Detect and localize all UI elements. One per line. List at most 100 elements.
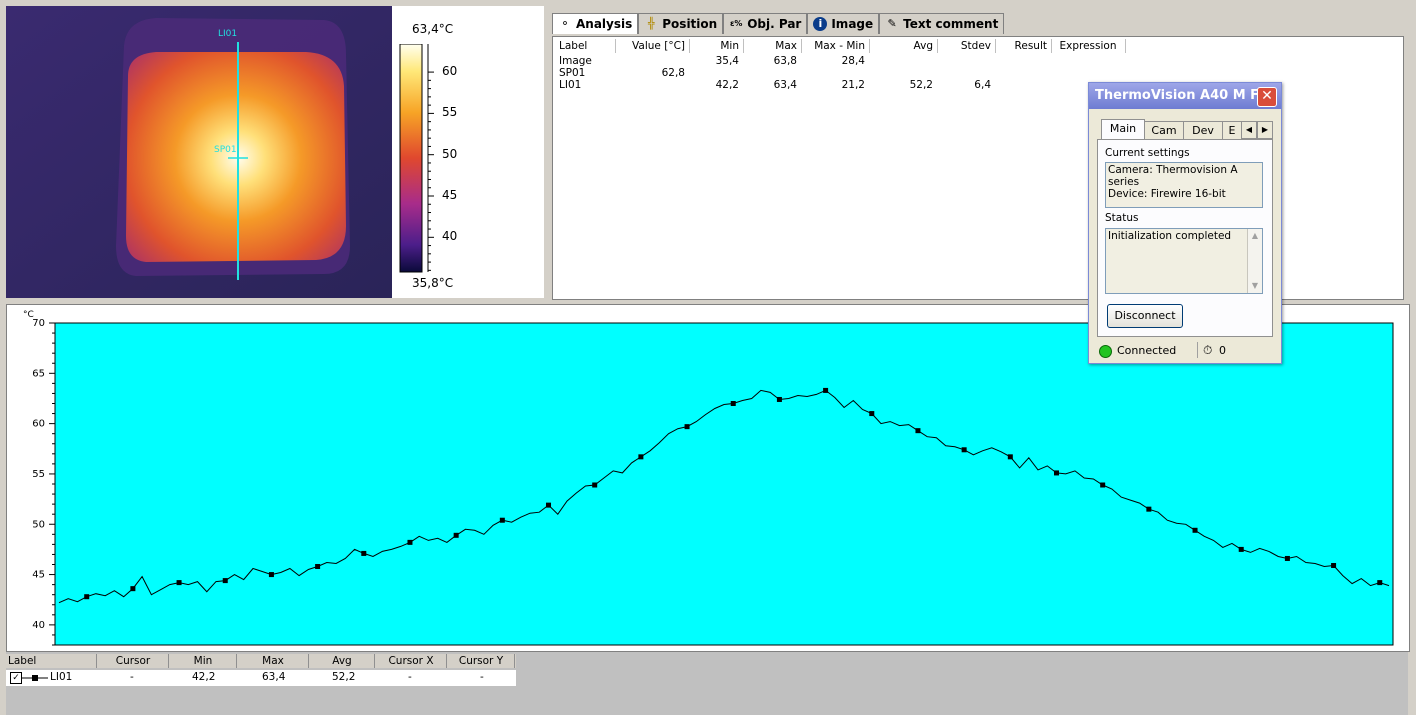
scale-tick-label: 40	[442, 229, 458, 244]
tab-analysis[interactable]: ⚬ Analysis	[552, 13, 639, 34]
tab-label: Image	[831, 17, 874, 31]
analysis-cell-value: 62,8	[661, 67, 685, 79]
window-tab-e[interactable]: E	[1222, 121, 1242, 140]
series-li01-point	[1146, 506, 1152, 512]
series-li01-point	[1377, 580, 1383, 586]
tab-label: Analysis	[576, 17, 633, 31]
column-header-result[interactable]: Result	[995, 39, 1052, 53]
column-header-stdev[interactable]: Stdev	[937, 39, 996, 53]
status-label: Status	[1105, 212, 1139, 224]
series-li01-point	[915, 428, 921, 434]
series-li01-point	[823, 387, 829, 393]
column-header-expression[interactable]: Expression	[1051, 39, 1126, 53]
series-li01-point	[361, 550, 367, 556]
series-li01-point	[84, 594, 90, 600]
window-title-bar[interactable]: ThermoVision A40 M F... ✕	[1089, 83, 1281, 109]
close-icon[interactable]: ✕	[1257, 87, 1277, 107]
status-box: Initialization completed ▲ ▼	[1105, 228, 1263, 294]
window-tab-cam[interactable]: Cam	[1144, 121, 1184, 140]
window-title: ThermoVision A40 M F...	[1095, 88, 1272, 103]
legend-header-avg[interactable]: Avg	[310, 654, 375, 668]
analysis-cell-label[interactable]: Image	[559, 55, 615, 67]
column-header-min[interactable]: Min	[689, 39, 744, 53]
series-li01-point	[1238, 546, 1244, 552]
legend-row-max: 63,4	[262, 671, 286, 683]
column-header-max[interactable]: Max	[743, 39, 802, 53]
series-li01-point	[315, 564, 321, 570]
analysis-cell-max: 63,8	[773, 55, 797, 67]
legend-row-cursor-y: -	[480, 671, 484, 683]
scale-tick-label: 60	[442, 64, 458, 79]
connected-indicator-icon	[1099, 345, 1112, 358]
legend-header-cursor[interactable]: Cursor	[98, 654, 169, 668]
spot-label: SP01	[214, 145, 237, 155]
window-tab-main[interactable]: Main	[1101, 119, 1145, 140]
camera-line: Camera: Thermovision A series	[1108, 164, 1238, 188]
device-line: Device: Firewire 16-bit	[1108, 188, 1226, 200]
legend-row-li01[interactable]: ✓ LI01 - 42,2 63,4 52,2 - -	[6, 670, 516, 686]
tab-scroll-right-icon[interactable]: ▶	[1257, 121, 1273, 139]
legend-row-min: 42,2	[192, 671, 216, 683]
scale-tick-label: 45	[442, 188, 458, 202]
series-li01-point	[776, 396, 782, 402]
analysis-icon: ⚬	[560, 17, 570, 30]
legend-checkbox[interactable]: ✓	[10, 672, 22, 684]
tab-label: Obj. Par	[747, 17, 802, 31]
plot-area[interactable]	[54, 322, 1394, 646]
column-header-label[interactable]: Label	[559, 39, 616, 53]
legend-header-min[interactable]: Min	[170, 654, 237, 668]
current-settings-label: Current settings	[1105, 147, 1190, 159]
analysis-tabs: ⚬ Analysis ╬ Position ε% Obj. Par i Imag…	[552, 13, 1005, 35]
series-li01-point	[546, 502, 552, 508]
color-scale-panel: 63,4°C 60 55 50 45 40 35,8°C	[392, 6, 544, 298]
column-header-avg[interactable]: Avg	[869, 39, 938, 53]
disconnect-button[interactable]: Disconnect	[1107, 304, 1183, 328]
series-li01-point	[1192, 527, 1198, 533]
series-li01-point	[222, 578, 228, 584]
legend-row-label: LI01	[50, 671, 73, 683]
y-tick-label: 65	[32, 368, 45, 379]
analysis-cell-avg: 52,2	[909, 79, 933, 91]
tab-text-comment[interactable]: ✎ Text comment	[879, 13, 1005, 34]
series-li01-point	[684, 424, 690, 430]
y-tick-label: 45	[32, 570, 45, 581]
tab-image[interactable]: i Image	[807, 13, 880, 34]
analysis-cell-maxmin: 28,4	[841, 55, 865, 67]
tab-label: Position	[662, 17, 718, 31]
scale-min-label: 35,8°C	[412, 276, 454, 290]
analysis-cell-min: 42,2	[715, 79, 739, 91]
status-scrollbar[interactable]: ▲ ▼	[1247, 229, 1262, 293]
info-icon: i	[813, 17, 828, 31]
column-header-max-min[interactable]: Max - Min	[801, 39, 870, 53]
legend-header-label[interactable]: Label	[8, 654, 97, 668]
series-li01-point	[1331, 563, 1337, 569]
tab-obj-par[interactable]: ε% Obj. Par	[723, 13, 808, 34]
chart-legend-table: Label Cursor Min Max Avg Cursor X Cursor…	[6, 652, 1408, 715]
line-label: LI01	[218, 29, 237, 39]
analysis-cell-label[interactable]: SP01	[559, 67, 615, 79]
scroll-up-icon[interactable]: ▲	[1248, 229, 1262, 243]
thermovision-window[interactable]: ThermoVision A40 M F... ✕ Main Cam Dev E…	[1088, 82, 1282, 364]
legend-header-cursor-y[interactable]: Cursor Y	[448, 654, 515, 668]
scroll-down-icon[interactable]: ▼	[1248, 279, 1262, 293]
analysis-cell-maxmin: 21,2	[841, 79, 865, 91]
series-li01-point	[268, 572, 274, 578]
tab-scroll-left-icon[interactable]: ◀	[1241, 121, 1257, 139]
window-tab-dev[interactable]: Dev	[1183, 121, 1223, 140]
legend-header-max[interactable]: Max	[238, 654, 309, 668]
text-comment-icon: ✎	[887, 17, 897, 30]
thermal-image-canvas: LI01 SP01	[6, 6, 392, 298]
y-tick-label: 40	[32, 620, 45, 631]
legend-row-avg: 52,2	[332, 671, 356, 683]
connection-status: Connected	[1117, 344, 1177, 357]
tab-position[interactable]: ╬ Position	[638, 13, 724, 34]
counter-value: 0	[1219, 344, 1226, 357]
legend-header-cursor-x[interactable]: Cursor X	[376, 654, 447, 668]
series-li01-point	[453, 532, 459, 538]
thermal-image[interactable]: LI01 SP01	[6, 6, 392, 298]
series-li01-point	[176, 580, 182, 586]
column-header-value[interactable]: Value [°C]	[615, 39, 690, 53]
y-tick-label: 70	[32, 318, 45, 329]
series-li01-point	[1100, 482, 1106, 488]
analysis-cell-label[interactable]: LI01	[559, 79, 615, 91]
